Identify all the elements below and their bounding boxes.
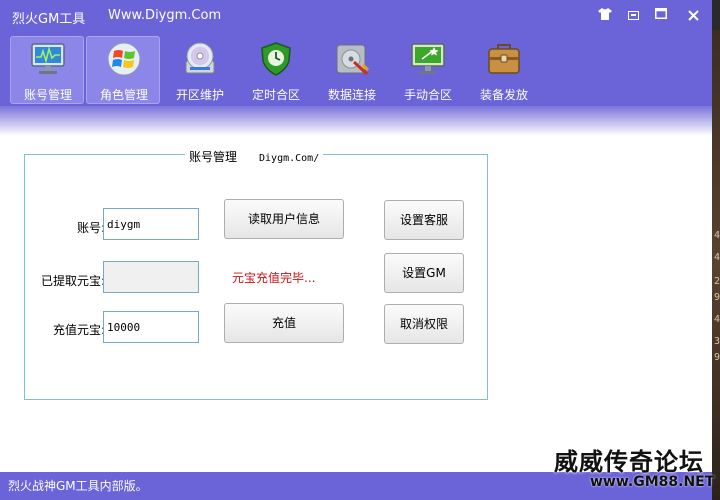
watermark-title: 威威传奇论坛: [554, 448, 704, 476]
background-digit: 9: [713, 352, 720, 363]
close-button[interactable]: [684, 8, 702, 24]
account-label: 账号:: [76, 221, 105, 235]
extracted-ingot-label: 已提取元宝:: [40, 274, 105, 288]
tab-scheduled-merge[interactable]: 定时合区: [238, 36, 312, 104]
tab-server-maintenance[interactable]: 开区维护: [162, 36, 236, 104]
skin-button[interactable]: [596, 8, 614, 24]
tab-manual-merge[interactable]: 手动合区: [390, 36, 464, 104]
main-toolbar: 账号管理 角色管理 开区维护 定时合区 数据连接 手动合区 装备发放: [0, 32, 712, 106]
toolbox-icon: [488, 44, 520, 74]
maximize-icon: [655, 8, 667, 19]
recharge-button[interactable]: 充值: [224, 303, 344, 343]
windows-logo-icon: [107, 42, 141, 76]
minimize-icon: [627, 11, 639, 20]
recharge-ingot-label: 充值元宝:: [52, 323, 105, 337]
title-bar[interactable]: 烈火GM工具 Www.Diygm.Com: [0, 0, 712, 32]
read-user-info-button[interactable]: 读取用户信息: [224, 199, 344, 239]
account-input[interactable]: [103, 208, 199, 240]
recharge-ingot-input[interactable]: [103, 311, 199, 343]
tab-equipment-distribution[interactable]: 装备发放: [466, 36, 540, 104]
set-gm-button[interactable]: 设置GM: [384, 253, 464, 293]
tab-label: 定时合区: [251, 88, 300, 102]
minimize-button[interactable]: [624, 8, 642, 24]
header-gradient: [0, 106, 712, 136]
shirt-icon: [598, 8, 612, 20]
app-url: Www.Diygm.Com: [108, 8, 222, 23]
tab-label: 开区维护: [175, 88, 224, 102]
tab-account-management[interactable]: 账号管理: [10, 36, 84, 104]
revoke-permission-button[interactable]: 取消权限: [384, 304, 464, 344]
close-icon: [687, 10, 699, 21]
group-title: 账号管理 Diygm.Com/: [185, 148, 324, 165]
account-management-group: 账号管理 Diygm.Com/ 账号: 已提取元宝: 充值元宝: 读取用户信息 元…: [24, 148, 488, 400]
status-bar-text: 烈火战神GM工具内部版。: [8, 479, 148, 493]
tab-label: 装备发放: [479, 88, 528, 102]
background-digit: 4: [713, 230, 720, 241]
maximize-button[interactable]: [652, 8, 670, 24]
tab-label: 账号管理: [23, 88, 72, 102]
watermark-url: www.GM88.NET: [590, 474, 715, 490]
background-digit: 3: [713, 336, 720, 347]
shield-clock-icon: [261, 42, 291, 76]
gm-tool-window: 烈火GM工具 Www.Diygm.Com 账号管理 角色管理 开区维护 定时合区…: [0, 0, 712, 500]
background-digit: 4: [713, 252, 720, 263]
monitor-star-icon: [411, 43, 445, 74]
tab-label: 手动合区: [403, 88, 452, 102]
app-title: 烈火GM工具: [12, 12, 86, 27]
forum-watermark: 威威传奇论坛 www.GM88.NET: [540, 440, 720, 500]
tab-role-management[interactable]: 角色管理: [86, 36, 160, 104]
extracted-ingot-field[interactable]: [103, 261, 199, 293]
background-digit: 4: [713, 314, 720, 325]
set-customer-service-button[interactable]: 设置客服: [384, 200, 464, 240]
disc-icon: [185, 42, 215, 74]
tab-label: 数据连接: [327, 88, 376, 102]
tab-data-connection[interactable]: 数据连接: [314, 36, 388, 104]
tab-label: 角色管理: [99, 88, 148, 102]
group-title-text: 账号管理: [189, 150, 238, 164]
status-message: 元宝充值完毕...: [232, 271, 316, 285]
monitor-icon: [31, 43, 65, 74]
background-digit: 9: [713, 292, 720, 303]
group-title-suffix: Diygm.Com/: [259, 153, 320, 164]
background-digit: 2: [713, 276, 720, 287]
database-tools-icon: [336, 44, 370, 76]
